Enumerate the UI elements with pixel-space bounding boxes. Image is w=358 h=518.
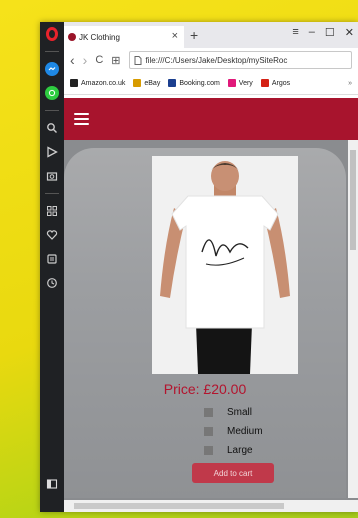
minimize-button[interactable]: – — [309, 26, 315, 39]
sidebar-toggle-icon[interactable] — [40, 472, 64, 496]
nav-bar: ‹ › C ⊞ file:///C:/Users/Jake/Desktop/my… — [64, 48, 358, 72]
reload-button[interactable]: C — [95, 54, 103, 66]
browser-window: JK Clothing × + ≡ – ☐ ✕ ‹ › C ⊞ file:///… — [40, 22, 358, 512]
ebay-icon — [133, 79, 142, 87]
opera-logo-icon[interactable] — [40, 22, 64, 46]
size-checkbox[interactable] — [204, 446, 213, 455]
size-option-small[interactable]: Small — [204, 407, 252, 418]
maximize-button[interactable]: ☐ — [325, 26, 335, 39]
vertical-scrollbar[interactable] — [348, 140, 358, 498]
easy-setup-menu-icon[interactable]: ≡ — [292, 26, 298, 39]
product-image[interactable] — [152, 156, 298, 374]
scrollbar-thumb[interactable] — [74, 503, 284, 509]
heart-icon[interactable] — [40, 223, 64, 247]
grid-icon[interactable] — [40, 199, 64, 223]
messenger-icon[interactable] — [40, 57, 64, 81]
size-option-medium[interactable]: Medium — [204, 426, 263, 437]
size-label: Medium — [227, 426, 263, 437]
bookmark-label: Very — [238, 79, 253, 87]
bookmark-label: Argos — [271, 79, 291, 87]
horizontal-scrollbar[interactable] — [64, 500, 358, 512]
search-icon[interactable] — [40, 116, 64, 140]
browser-chrome: JK Clothing × + ≡ – ☐ ✕ ‹ › C ⊞ file:///… — [64, 22, 358, 98]
product-card: Price: £20.00 Small Medium Large Add to … — [64, 148, 346, 498]
size-label: Large — [227, 445, 253, 456]
bookmark-argos[interactable]: Argos — [260, 79, 291, 87]
sidebar-divider — [45, 51, 59, 52]
bookmark-ebay[interactable]: eBay — [133, 79, 160, 87]
bookmarks-more-button[interactable]: » — [348, 80, 352, 87]
bookmark-label: eBay — [144, 79, 161, 87]
bookmark-very[interactable]: Very — [227, 79, 253, 87]
bookmarks-bar: Amazon.co.uk eBay Booking.com Very Argos… — [64, 72, 358, 95]
send-icon[interactable] — [40, 140, 64, 164]
new-tab-button[interactable]: + — [190, 27, 198, 43]
web-page: Price: £20.00 Small Medium Large Add to … — [64, 98, 358, 512]
tab-close-button[interactable]: × — [172, 30, 178, 42]
bookmark-label: Booking.com — [179, 79, 220, 87]
page-icon — [134, 55, 142, 65]
argos-icon — [260, 79, 269, 87]
camera-icon[interactable] — [40, 164, 64, 188]
favicon-icon — [68, 33, 76, 41]
hamburger-menu-icon[interactable] — [74, 113, 89, 125]
add-to-cart-button[interactable]: Add to cart — [192, 463, 274, 483]
address-text: file:///C:/Users/Jake/Desktop/mySiteRoc — [145, 55, 288, 65]
size-checkbox[interactable] — [204, 408, 213, 417]
tab-title: JK Clothing — [79, 32, 120, 42]
address-bar[interactable]: file:///C:/Users/Jake/Desktop/mySiteRoc — [128, 51, 352, 69]
sidebar-divider — [45, 110, 59, 111]
back-button[interactable]: ‹ — [70, 52, 75, 68]
amazon-icon — [70, 79, 78, 87]
bookmark-label: Amazon.co.uk — [81, 79, 126, 87]
product-price: Price: £20.00 — [163, 381, 247, 397]
very-icon — [227, 79, 236, 87]
forward-button[interactable]: › — [83, 52, 88, 68]
window-controls: ≡ – ☐ ✕ — [292, 26, 354, 39]
size-label: Small — [227, 407, 253, 418]
history-icon[interactable] — [40, 271, 64, 295]
size-checkbox[interactable] — [204, 427, 213, 436]
speed-dial-icon[interactable]: ⊞ — [111, 54, 120, 67]
tab-jk-clothing[interactable]: JK Clothing × — [64, 26, 184, 48]
sidebar-divider — [45, 193, 59, 194]
opera-sidebar — [40, 22, 64, 512]
news-icon[interactable] — [40, 247, 64, 271]
tab-bar: JK Clothing × + ≡ – ☐ ✕ — [64, 22, 358, 48]
whatsapp-icon[interactable] — [40, 81, 64, 105]
size-option-large[interactable]: Large — [204, 445, 253, 456]
bookmark-amazon[interactable]: Amazon.co.uk — [70, 79, 125, 87]
bookmark-booking[interactable]: Booking.com — [168, 79, 220, 87]
booking-icon — [168, 79, 177, 87]
close-button[interactable]: ✕ — [345, 26, 354, 39]
site-header — [64, 98, 358, 140]
scrollbar-thumb[interactable] — [350, 150, 356, 250]
